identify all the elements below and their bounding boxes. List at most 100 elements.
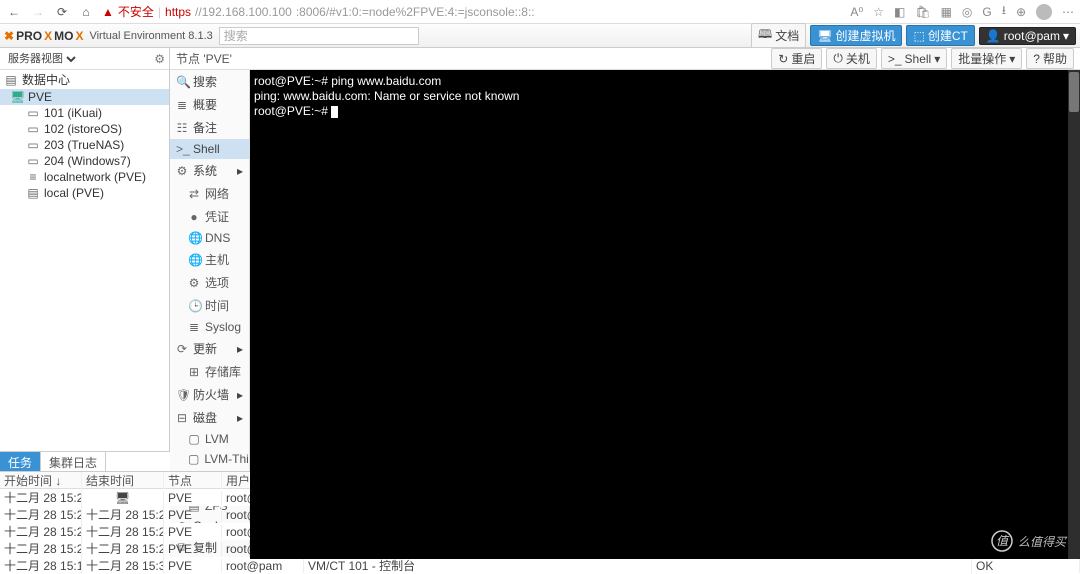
item-label: local (PVE) bbox=[44, 186, 104, 200]
menu-summary[interactable]: ≣概要 bbox=[170, 93, 249, 116]
col-node[interactable]: 节点 bbox=[164, 472, 222, 489]
nav-forward-icon[interactable]: → bbox=[30, 4, 46, 20]
menu-firewall[interactable]: 🛡防火墙▸ bbox=[170, 383, 249, 406]
nav-home-icon[interactable]: ⌂ bbox=[78, 4, 94, 20]
menu-updates[interactable]: ⟳更新▸ bbox=[170, 337, 249, 360]
tab-cluster-log[interactable]: 集群日志 bbox=[41, 452, 106, 471]
chevron-right-icon: ▸ bbox=[237, 342, 243, 356]
console-panel[interactable]: root@PVE:~# ping www.baidu.com ping: www… bbox=[250, 70, 1080, 559]
read-mode-icon[interactable]: A⁰ bbox=[850, 5, 863, 19]
insecure-icon: ▲ bbox=[102, 5, 114, 19]
tree-item[interactable]: ≡localnetwork (PVE) bbox=[0, 169, 169, 185]
create-ct-button[interactable]: ⬚创建CT bbox=[906, 25, 974, 46]
datacenter-label: 数据中心 bbox=[22, 71, 70, 88]
menu-notes[interactable]: ☷备注 bbox=[170, 116, 249, 139]
tree-datacenter[interactable]: ▤数据中心 bbox=[0, 70, 169, 89]
url-path: :8006/#v1:0:=node%2FPVE:4:=jsconsole::8:… bbox=[296, 5, 535, 19]
bulk-actions-button[interactable]: 批量操作▾ bbox=[951, 48, 1022, 69]
nav-back-icon[interactable]: ← bbox=[6, 4, 22, 20]
svg-text:值: 值 bbox=[996, 534, 1010, 548]
chevron-right-icon: ▸ bbox=[237, 411, 243, 425]
cube-icon: ⬚ bbox=[913, 29, 924, 43]
global-search[interactable]: 搜索 bbox=[219, 27, 419, 45]
chevron-right-icon: ▸ bbox=[237, 388, 243, 402]
tree-item[interactable]: ▭204 (Windows7) bbox=[0, 153, 169, 169]
console-scrollbar[interactable] bbox=[1068, 70, 1080, 559]
scroll-thumb[interactable] bbox=[1069, 72, 1079, 112]
note-icon: ☷ bbox=[176, 121, 188, 135]
menu-shell[interactable]: >_Shell bbox=[170, 139, 249, 159]
col-end[interactable]: 结束时间 bbox=[82, 472, 164, 489]
ext-icon[interactable]: ◧ bbox=[894, 5, 905, 19]
list-icon: ≣ bbox=[176, 98, 188, 112]
shell-button[interactable]: >_Shell▾ bbox=[881, 48, 947, 69]
browser-actions: A⁰ ☆ ◧ 🛍 ▦ ◎ G ⭳ ⊕ ⋯ bbox=[850, 1, 1074, 22]
menu-network[interactable]: ⇄网络 bbox=[170, 182, 249, 205]
tree-item[interactable]: ▤local (PVE) bbox=[0, 185, 169, 201]
menu-system[interactable]: ⚙系统▸ bbox=[170, 159, 249, 182]
nav-refresh-icon[interactable]: ⟳ bbox=[54, 4, 70, 20]
globe-icon: 🌐 bbox=[188, 231, 200, 245]
docs-button[interactable]: 🕮文档 bbox=[751, 23, 806, 48]
reboot-button[interactable]: ↻重启 bbox=[771, 48, 822, 69]
tree-node-pve[interactable]: 🖥PVE bbox=[0, 89, 169, 105]
gear-icon[interactable]: ⚙ bbox=[154, 52, 165, 66]
user-menu[interactable]: 👤root@pam▾ bbox=[979, 27, 1076, 45]
browser-chrome: ← → ⟳ ⌂ ▲ 不安全 | https//192.168.100.100:8… bbox=[0, 0, 1080, 24]
create-vm-label: 创建虚拟机 bbox=[835, 27, 895, 44]
chevron-down-icon: ▾ bbox=[1063, 29, 1069, 43]
logo-x-icon: ✖ bbox=[4, 29, 14, 43]
tab-tasks[interactable]: 任务 bbox=[0, 452, 41, 471]
item-label: localnetwork (PVE) bbox=[44, 170, 146, 184]
content-toolbar: 节点 'PVE' ↻重启 ⏻关机 >_Shell▾ 批量操作▾ ?帮助 bbox=[170, 48, 1080, 70]
menu-repos[interactable]: ⊞存储库 bbox=[170, 360, 249, 383]
task-row[interactable]: 十二月 28 15:19:25十二月 28 15:35:57PVEroot@pa… bbox=[0, 557, 1080, 574]
shutdown-button[interactable]: ⏻关机 bbox=[826, 48, 877, 69]
avatar-icon[interactable] bbox=[1036, 4, 1052, 20]
square-icon: ▢ bbox=[188, 432, 200, 446]
menu-icon[interactable]: ⋯ bbox=[1062, 5, 1074, 19]
col-start[interactable]: 开始时间 ↓ bbox=[0, 472, 82, 489]
refresh2-icon[interactable]: G bbox=[982, 5, 991, 19]
resource-tree-panel: 服务器视图 ⚙ ▤数据中心 🖥PVE ▭101 (iKuai)▭102 (ist… bbox=[0, 48, 170, 451]
terminal-icon: >_ bbox=[176, 142, 188, 156]
favorite-icon[interactable]: ☆ bbox=[873, 5, 884, 19]
help-button[interactable]: ?帮助 bbox=[1026, 48, 1074, 69]
create-vm-button[interactable]: 🖥创建虚拟机 bbox=[810, 25, 902, 46]
menu-search[interactable]: 🔍搜索 bbox=[170, 70, 249, 93]
disk-icon: ⊟ bbox=[176, 411, 188, 425]
logo-text-3: MO bbox=[54, 29, 73, 43]
ext2-icon[interactable]: ▦ bbox=[941, 5, 952, 19]
menu-disks[interactable]: ⊟磁盘▸ bbox=[170, 406, 249, 429]
logo-text-1: PRO bbox=[16, 29, 42, 43]
address-bar[interactable]: ▲ 不安全 | https//192.168.100.100:8006/#v1:… bbox=[102, 3, 842, 20]
app-header: ✖ PROXMOX Virtual Environment 8.1.3 搜索 🕮… bbox=[0, 24, 1080, 48]
cart-icon[interactable]: 🛍 bbox=[915, 5, 930, 19]
menu-lvm[interactable]: ▢LVM bbox=[170, 429, 249, 449]
network-icon: ⇄ bbox=[188, 187, 200, 201]
menu-options[interactable]: ⚙选项 bbox=[170, 271, 249, 294]
insecure-label: 不安全 bbox=[118, 3, 154, 20]
book-icon: 🕮 bbox=[758, 25, 772, 46]
log-icon: ≣ bbox=[188, 320, 200, 334]
download-icon[interactable]: ⭳ bbox=[1002, 1, 1006, 22]
tree-item[interactable]: ▭101 (iKuai) bbox=[0, 105, 169, 121]
menu-certs[interactable]: ●凭证 bbox=[170, 205, 249, 228]
menu-dns[interactable]: 🌐DNS bbox=[170, 228, 249, 248]
reboot-icon: ↻ bbox=[778, 52, 788, 66]
collection-icon[interactable]: ⊕ bbox=[1016, 5, 1026, 19]
menu-syslog[interactable]: ≣Syslog bbox=[170, 317, 249, 337]
user-icon: 👤 bbox=[986, 29, 1001, 43]
menu-time[interactable]: 🕒时间 bbox=[170, 294, 249, 317]
watermark-icon: 值 bbox=[991, 530, 1013, 552]
logo-text-2: X bbox=[44, 29, 52, 43]
item-icon: ▭ bbox=[26, 154, 40, 168]
tree-item[interactable]: ▭102 (istoreOS) bbox=[0, 121, 169, 137]
view-mode-select[interactable]: 服务器视图 bbox=[4, 52, 79, 66]
resource-tree: ▤数据中心 🖥PVE ▭101 (iKuai)▭102 (istoreOS)▭2… bbox=[0, 70, 169, 201]
tree-item[interactable]: ▭203 (TrueNAS) bbox=[0, 137, 169, 153]
menu-hosts[interactable]: 🌐主机 bbox=[170, 248, 249, 271]
cursor-icon bbox=[331, 106, 338, 118]
sync-icon[interactable]: ◎ bbox=[962, 5, 972, 19]
breadcrumb: 节点 'PVE' bbox=[176, 50, 232, 67]
